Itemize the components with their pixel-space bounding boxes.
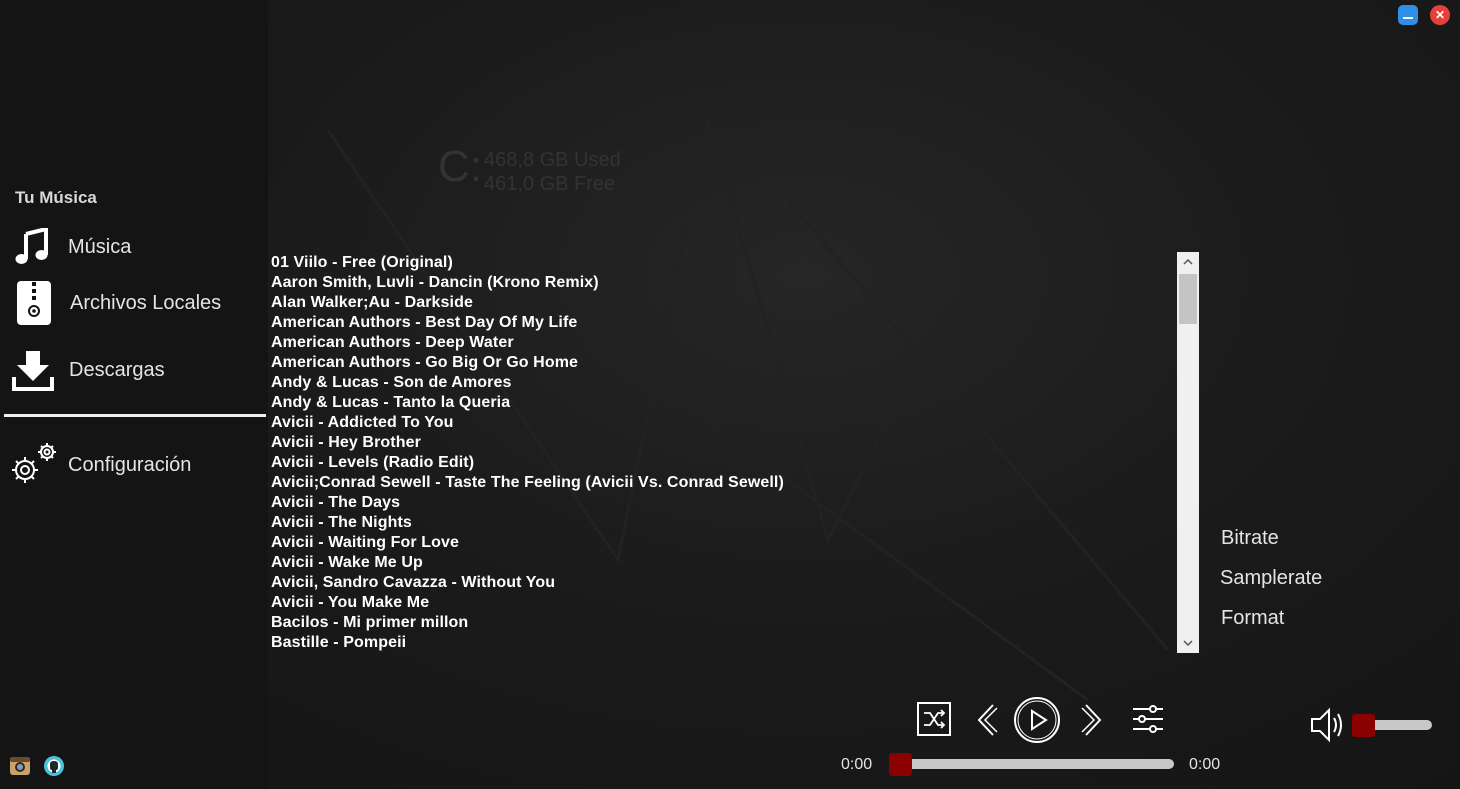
volume-button[interactable] xyxy=(1310,706,1348,749)
chevron-right-icon xyxy=(1081,704,1102,736)
song-item[interactable]: Avicii - Waiting For Love xyxy=(271,533,1176,553)
song-item[interactable]: Avicii - The Nights xyxy=(271,513,1176,533)
song-item[interactable]: Alan Walker;Au - Darkside xyxy=(271,293,1176,313)
progress-bar[interactable] xyxy=(900,759,1174,769)
song-list[interactable]: 01 Viilo - Free (Original) Aaron Smith, L… xyxy=(271,253,1176,653)
play-icon xyxy=(1014,697,1060,743)
song-item[interactable]: Avicii - The Days xyxy=(271,493,1176,513)
sidebar-item-archivos-locales[interactable]: Archivos Locales xyxy=(0,278,268,328)
close-icon: ✕ xyxy=(1434,8,1446,22)
minimize-button[interactable] xyxy=(1398,5,1418,25)
chevron-left-icon xyxy=(977,704,998,736)
song-item[interactable]: Avicii - Hey Brother xyxy=(271,433,1176,453)
scroll-thumb[interactable] xyxy=(1179,274,1197,324)
sidebar: Tu Música Música Archivos Locales Descar… xyxy=(0,0,268,789)
song-item[interactable]: Andy & Lucas - Son de Amores xyxy=(271,373,1176,393)
shuffle-icon xyxy=(917,702,951,736)
drive-free: 461,0 GB Free xyxy=(484,173,616,195)
song-item[interactable]: Avicii, Sandro Cavazza - Without You xyxy=(271,573,1176,593)
drive-used: 468,8 GB Used xyxy=(484,149,621,171)
minimize-icon xyxy=(1403,17,1413,19)
scroll-up-button[interactable] xyxy=(1177,252,1199,272)
song-item[interactable]: Avicii - You Make Me xyxy=(271,593,1176,613)
song-item[interactable]: American Authors - Go Big Or Go Home xyxy=(271,353,1176,373)
zip-file-icon xyxy=(16,280,56,326)
sidebar-item-configuracion[interactable]: Configuración xyxy=(0,440,268,490)
total-time: 0:00 xyxy=(1189,756,1221,773)
song-item[interactable]: Andy & Lucas - Tanto la Queria xyxy=(271,393,1176,413)
sidebar-divider xyxy=(4,414,266,417)
gears-icon xyxy=(7,440,61,490)
song-item[interactable]: Aaron Smith, Luvli - Dancin (Krono Remix… xyxy=(271,273,1176,293)
shuffle-button[interactable] xyxy=(917,702,951,741)
close-button[interactable]: ✕ xyxy=(1430,5,1450,25)
music-note-icon xyxy=(14,228,54,266)
song-item[interactable]: Avicii - Levels (Radio Edit) xyxy=(271,453,1176,473)
instagram-icon[interactable] xyxy=(9,755,31,777)
song-list-scrollbar[interactable] xyxy=(1177,252,1199,653)
sidebar-item-label: Música xyxy=(68,235,132,258)
sidebar-item-label: Descargas xyxy=(69,358,165,381)
volume-handle[interactable] xyxy=(1352,714,1375,737)
chevron-up-icon xyxy=(1183,259,1193,265)
equalizer-button[interactable] xyxy=(1131,704,1165,739)
song-item[interactable]: Avicii - Wake Me Up xyxy=(271,553,1176,573)
sidebar-item-musica[interactable]: Música xyxy=(0,222,268,272)
next-button[interactable] xyxy=(1080,703,1106,742)
speaker-icon xyxy=(1311,707,1342,743)
previous-button[interactable] xyxy=(973,703,999,742)
github-icon[interactable] xyxy=(43,755,65,777)
play-button[interactable] xyxy=(1013,696,1061,749)
sidebar-item-label: Archivos Locales xyxy=(70,291,222,314)
samplerate-label: Samplerate xyxy=(1220,567,1323,589)
sidebar-item-label: Configuración xyxy=(68,453,192,476)
equalizer-sliders-icon xyxy=(1133,705,1163,733)
scroll-down-button[interactable] xyxy=(1177,633,1199,653)
song-item[interactable]: 01 Viilo - Free (Original) xyxy=(271,253,1176,273)
song-item[interactable]: Avicii;Conrad Sewell - Taste The Feeling… xyxy=(271,473,1176,493)
format-label: Format xyxy=(1221,607,1285,629)
bitrate-label: Bitrate xyxy=(1221,527,1279,549)
drive-letter: C: xyxy=(438,142,482,191)
progress-handle[interactable] xyxy=(889,753,912,776)
song-item[interactable]: Bastille - Pompeii xyxy=(271,633,1176,653)
song-item[interactable]: Bacilos - Mi primer millon xyxy=(271,613,1176,633)
chevron-down-icon xyxy=(1183,640,1193,646)
song-item[interactable]: Avicii - Addicted To You xyxy=(271,413,1176,433)
song-item[interactable]: American Authors - Deep Water xyxy=(271,333,1176,353)
current-time: 0:00 xyxy=(841,756,873,773)
song-item[interactable]: American Authors - Best Day Of My Life xyxy=(271,313,1176,333)
download-icon xyxy=(11,349,57,391)
sidebar-item-descargas[interactable]: Descargas xyxy=(0,345,268,395)
sidebar-title: Tu Música xyxy=(15,188,97,207)
